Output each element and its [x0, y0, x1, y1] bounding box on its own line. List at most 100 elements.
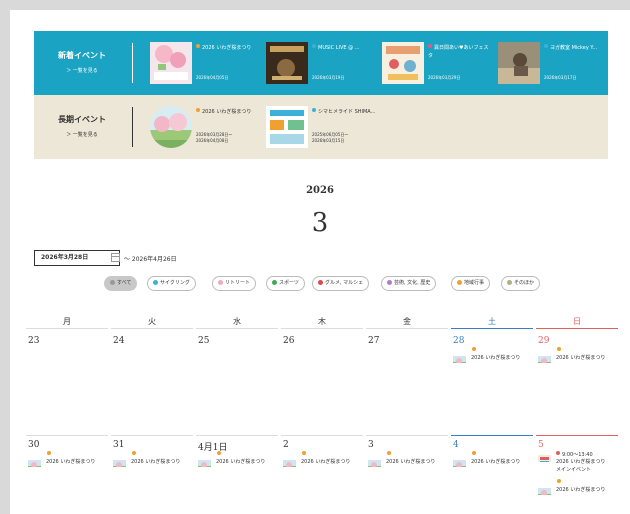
filter-chip-art[interactable]: 芸術, 文化, 歴史	[381, 276, 437, 291]
day-number[interactable]: 27	[368, 336, 379, 346]
dot-icon	[153, 280, 158, 285]
event-thumbnail	[382, 42, 424, 84]
divider	[366, 328, 448, 329]
day-number[interactable]: 25	[198, 336, 209, 346]
divider	[281, 435, 363, 436]
event-card[interactable]: 2026 いわぎ桜まつり 2026年03月28日～ 2026年04月08日	[150, 106, 262, 150]
event-date: 2026年03月17日	[544, 75, 577, 80]
event-name: 2026 いわぎ桜まつり	[46, 459, 96, 465]
day-number[interactable]: 5	[538, 440, 544, 450]
category-dot-icon	[302, 451, 306, 455]
day-number[interactable]: 26	[283, 336, 294, 346]
filter-chip-other[interactable]: そのほか	[501, 276, 541, 291]
category-dot-icon	[312, 44, 316, 48]
day-number[interactable]: 28	[453, 336, 464, 346]
event-name: 2026 いわぎ桜まつり	[556, 355, 606, 361]
weekday-mon: 月	[63, 317, 71, 326]
calendar-event[interactable]: 2026 いわぎ桜まつり	[538, 479, 620, 497]
event-name: 2026 いわぎ桜まつり	[556, 459, 606, 465]
event-thumbnail	[538, 352, 551, 363]
weekday-sun: 日	[573, 317, 581, 326]
event-thumbnail	[498, 42, 540, 84]
calendar-event[interactable]: 2026 いわぎ桜まつり	[453, 451, 535, 469]
long-events-header: 長期イベント ＞ 一覧を見る	[34, 95, 130, 159]
event-card[interactable]: 2026 いわぎ桜まつり 2026年04月05日	[150, 42, 262, 86]
divider	[451, 328, 533, 329]
event-date: 2026年03月19日	[312, 75, 345, 80]
event-thumbnail	[283, 456, 296, 467]
divider	[281, 328, 363, 329]
category-dot-icon	[196, 44, 200, 48]
day-number[interactable]: 24	[113, 336, 124, 346]
event-thumbnail	[113, 456, 126, 467]
new-events-more-link[interactable]: ＞ 一覧を見る	[34, 67, 130, 74]
category-dot-icon	[557, 479, 561, 483]
day-number[interactable]: 3	[368, 440, 374, 450]
event-card[interactable]: シマヒメライド SHIMA... 2025年06月05日～ 2026年03月15…	[266, 106, 378, 150]
event-thumbnail	[453, 456, 466, 467]
new-events-banner: 新着イベント ＞ 一覧を見る 2026 いわぎ桜まつり 2026年04月05日 …	[34, 31, 608, 95]
filter-chip-cycling[interactable]: サイクリング	[147, 276, 196, 291]
filter-chip-local[interactable]: 地域行事	[451, 276, 491, 291]
divider	[26, 328, 108, 329]
day-number[interactable]: 2	[283, 440, 289, 450]
event-title: MUSIC LIVE @ ...	[318, 45, 360, 51]
calendar-event[interactable]: 2026 いわぎ桜まつり	[453, 347, 535, 365]
filter-chip-all[interactable]: すべて	[104, 276, 138, 291]
event-thumbnail	[538, 451, 551, 462]
event-name: 2026 いわぎ桜まつり	[471, 355, 521, 361]
weekday-thu: 木	[318, 317, 326, 326]
day-number[interactable]: 30	[28, 440, 39, 450]
weekday-tue: 火	[148, 317, 156, 326]
event-thumbnail	[266, 106, 308, 148]
day-number[interactable]: 23	[28, 336, 39, 346]
calendar-icon[interactable]	[111, 253, 120, 262]
filter-chip-sports[interactable]: スポーツ	[266, 276, 305, 291]
dot-icon	[387, 280, 392, 285]
filter-chip-gourmet[interactable]: グルメ, マルシェ	[312, 276, 370, 291]
event-thumbnail	[150, 106, 192, 148]
calendar-event[interactable]: 2026 いわぎ桜まつり	[198, 451, 280, 469]
time-icon	[556, 451, 560, 455]
category-dot-icon	[196, 108, 200, 112]
category-dot-icon	[217, 451, 221, 455]
calendar-event[interactable]: 2026 いわぎ桜まつり	[28, 451, 110, 469]
category-dot-icon	[544, 44, 548, 48]
dot-icon	[218, 280, 223, 285]
event-thumbnail	[266, 42, 308, 84]
long-events-more-link[interactable]: ＞ 一覧を見る	[34, 131, 130, 138]
event-title: ヨガ教室 Mickey Y...	[550, 45, 598, 51]
filter-chip-retreat[interactable]: リトリート	[212, 276, 257, 291]
day-number[interactable]: 29	[538, 336, 549, 346]
divider	[196, 328, 278, 329]
day-number[interactable]: 31	[113, 440, 124, 450]
event-card[interactable]: ヨガ教室 Mickey Y... 2026年03月17日	[498, 42, 610, 86]
weekday-sat: 土	[488, 317, 496, 326]
filter-label: 芸術, 文化, 歴史	[394, 280, 431, 286]
category-dot-icon	[557, 347, 561, 351]
event-thumbnail	[198, 456, 211, 467]
event-title: シマヒメライド SHIMA...	[318, 109, 376, 115]
filter-label: 地域行事	[464, 280, 485, 286]
day-number[interactable]: 4	[453, 440, 459, 450]
new-events-title: 新着イベント	[58, 51, 106, 60]
divider	[366, 435, 448, 436]
event-thumbnail	[368, 456, 381, 467]
start-date-input[interactable]: 2026年3月28日	[34, 250, 120, 266]
event-card[interactable]: 異日間あい♥あいフェスタ 2026年03月29日	[382, 42, 494, 86]
dot-icon	[507, 280, 512, 285]
calendar-event[interactable]: 2026 いわぎ桜まつり	[538, 347, 620, 365]
calendar-event[interactable]: 2026 いわぎ桜まつり	[113, 451, 195, 469]
dot-icon	[457, 280, 462, 285]
filter-label: スポーツ	[279, 280, 299, 286]
filter-label: サイクリング	[160, 280, 190, 286]
event-name: 2026 いわぎ桜まつり	[216, 459, 266, 465]
calendar-event[interactable]: 2026 いわぎ桜まつり	[283, 451, 365, 469]
event-name: 2026 いわぎ桜まつり	[131, 459, 181, 465]
event-thumbnail	[150, 42, 192, 84]
event-title: 2026 いわぎ桜まつり	[202, 109, 252, 115]
calendar-event[interactable]: 2026 いわぎ桜まつり	[368, 451, 450, 469]
divider	[132, 107, 133, 147]
event-thumbnail	[538, 484, 551, 495]
event-card[interactable]: MUSIC LIVE @ ... 2026年03月19日	[266, 42, 378, 86]
